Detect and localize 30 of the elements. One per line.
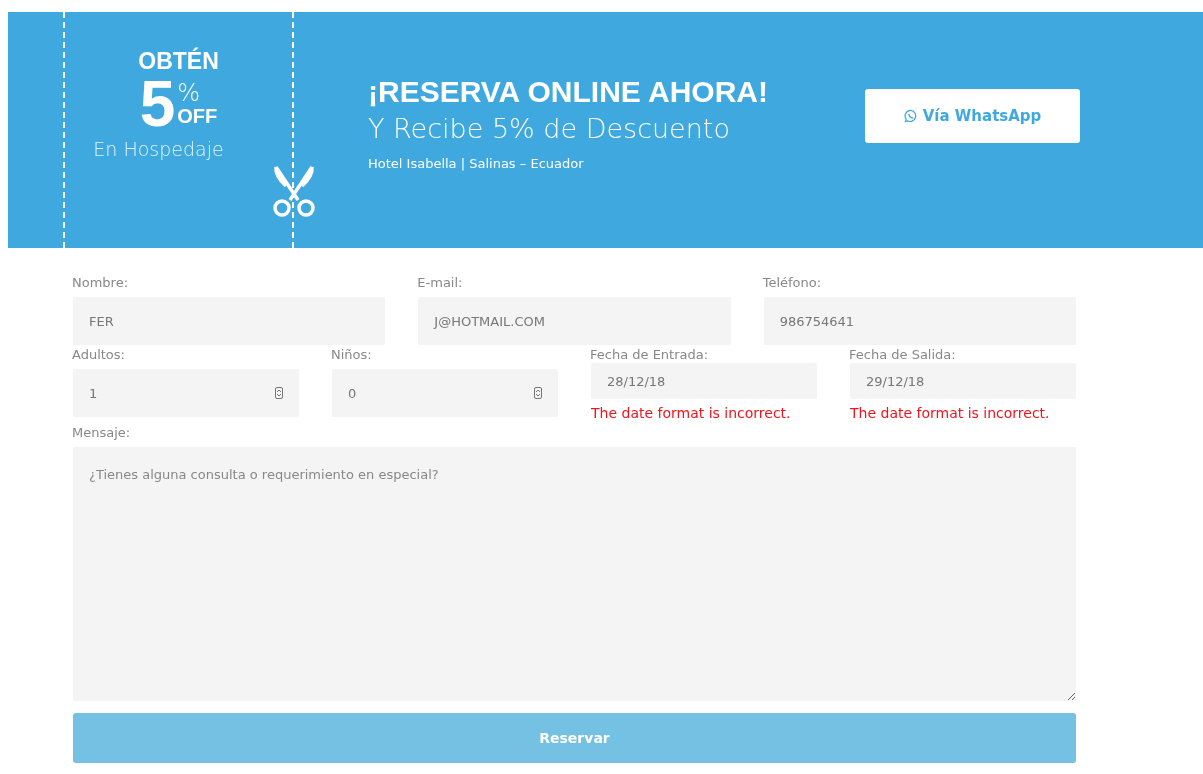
error-message: The date format is incorrect.	[850, 405, 1051, 421]
input-field[interactable]: FER	[73, 297, 386, 345]
message-field[interactable]: ¿Tienes alguna consulta o requerimiento en especial?	[73, 447, 1076, 701]
input-field[interactable]: 0	[332, 369, 558, 417]
field-label: E-mail:	[417, 275, 464, 292]
percent-sign: %	[177, 81, 201, 105]
off-label: OFF	[177, 105, 218, 127]
input-field[interactable]: 28/12/18	[591, 363, 817, 399]
input-field[interactable]: 29/12/18	[850, 363, 1076, 399]
discount-number: 5	[139, 74, 176, 134]
spinner-icon[interactable]	[275, 387, 283, 399]
input-field[interactable]: 986754641	[763, 297, 1076, 345]
promo-subheadline: Y Recibe 5% de Descuento	[368, 112, 731, 146]
field-label: Fecha de Entrada:	[590, 347, 710, 364]
coupon-subtitle: En Hospedaje	[93, 138, 224, 160]
coupon-heading: OBTÉN	[138, 48, 219, 74]
error-message: The date format is incorrect.	[591, 405, 792, 421]
hotel-location: Hotel Isabella | Salinas – Ecuador	[368, 156, 585, 171]
field-label: Fecha de Salida:	[849, 347, 957, 364]
input-field[interactable]: 1	[73, 369, 299, 417]
field-label: Nombre:	[72, 275, 130, 292]
spinner-icon[interactable]	[534, 387, 542, 399]
field-label: Mensaje:	[72, 425, 132, 442]
whatsapp-button[interactable]: Vía WhatsApp	[865, 89, 1080, 143]
field-label: Adultos:	[72, 347, 126, 364]
input-field[interactable]: J@HOTMAIL.COM	[418, 297, 731, 345]
field-label: Niños:	[331, 347, 373, 364]
field-label: Teléfono:	[762, 275, 823, 292]
promo-headline: ¡RESERVA ONLINE AHORA!	[368, 74, 770, 110]
chat-bubble-icon	[903, 109, 918, 123]
